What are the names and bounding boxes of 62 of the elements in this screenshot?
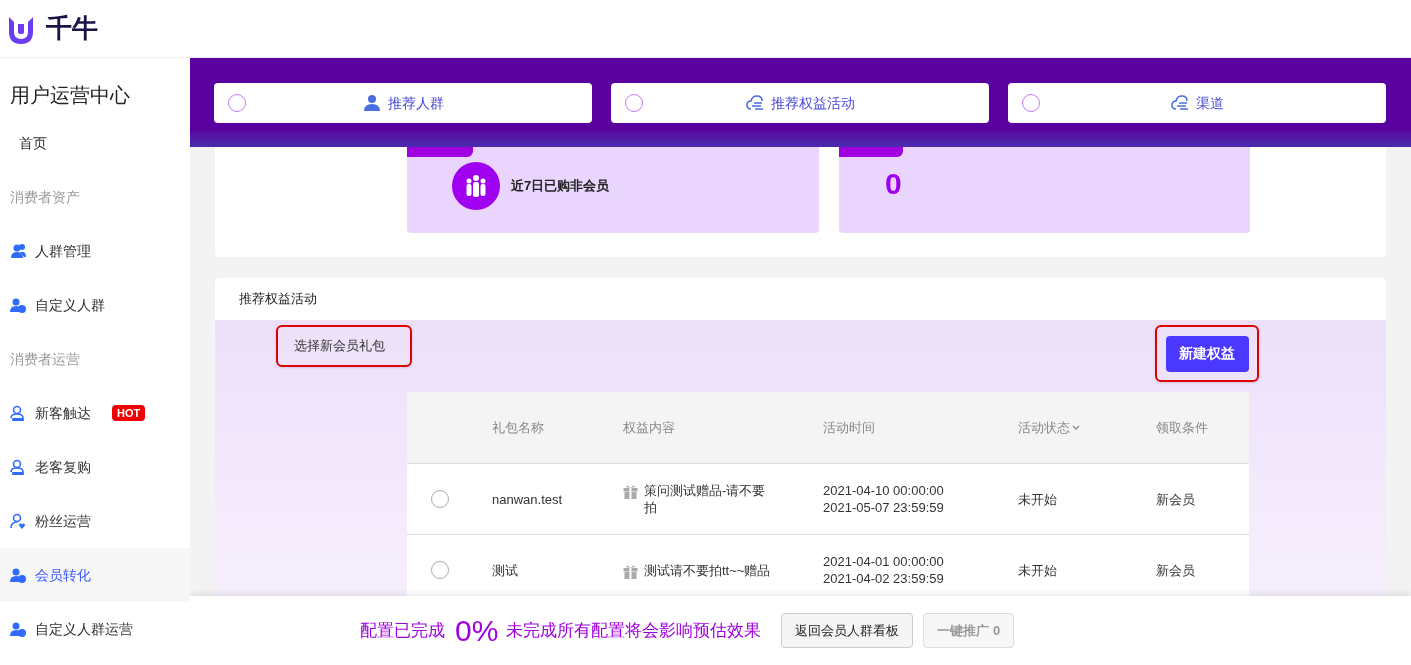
section-label: 消费者运营 xyxy=(10,349,80,369)
step-tab[interactable]: 推荐权益活动 xyxy=(611,83,989,123)
step-label: 推荐人群 xyxy=(388,93,444,113)
back-button[interactable]: 返回会员人群看板 xyxy=(781,613,914,648)
user-icon xyxy=(362,94,382,112)
warning-text: 未完成所有配置将会影响预估效果 xyxy=(506,619,762,642)
section-title: 推荐权益活动 xyxy=(239,290,317,309)
table-cell-text: 策问测试赠品-请不要拍 xyxy=(644,482,767,516)
table-cell-text: 2021-04-10 00:00:00 2021-05-07 23:59:59 xyxy=(823,482,945,516)
user-icon xyxy=(10,243,26,259)
table-cell: 未开始 xyxy=(1018,563,1057,578)
table-cell-text: 2021-04-01 00:00:00 2021-04-02 23:59:59 xyxy=(823,553,945,587)
audience-name: 近7日已购非会员 xyxy=(511,176,610,195)
nav-item[interactable]: 新客触达 HOT xyxy=(0,386,190,440)
group-icon xyxy=(452,161,500,210)
progress-label: 配置已完成 xyxy=(360,619,445,642)
nav-item[interactable]: 粉丝运营 xyxy=(0,494,190,548)
table-cell: nanwan.test xyxy=(492,492,563,507)
cloud-icon xyxy=(1170,94,1190,112)
user-icon xyxy=(10,567,26,583)
radio-button[interactable] xyxy=(431,561,449,579)
step-label: 推荐权益活动 xyxy=(771,93,855,113)
gift-icon xyxy=(623,485,638,499)
new-benefit-button[interactable]: 新建权益 xyxy=(1165,335,1249,372)
chevron-down-icon xyxy=(1072,424,1080,431)
radio-icon xyxy=(228,94,246,112)
column-header: 活动状态 xyxy=(1018,418,1070,437)
user-icon xyxy=(10,459,26,475)
column-header: 礼包名称 xyxy=(492,418,544,437)
table-cell: 未开始 xyxy=(1018,492,1057,507)
nav-item[interactable]: 老客复购 xyxy=(0,440,190,494)
nav-item[interactable]: 自定义人群 xyxy=(0,278,190,332)
user-icon xyxy=(10,297,26,313)
logo-text: 千牛 xyxy=(46,12,98,45)
hot-badge: HOT xyxy=(112,405,146,421)
user-icon xyxy=(10,621,26,637)
table-cell: 新会员 xyxy=(1156,492,1195,507)
column-header: 活动时间 xyxy=(823,418,875,437)
prompt-label: 选择新会员礼包 xyxy=(294,337,385,356)
nav-item[interactable]: 人群管理 xyxy=(0,224,190,278)
radio-icon xyxy=(625,94,643,112)
sidebar-title: 用户运营中心 xyxy=(10,84,130,106)
progress-percent: 0% xyxy=(455,613,499,648)
section-label: 消费者资产 xyxy=(10,187,80,207)
step-label: 渠道 xyxy=(1196,93,1224,113)
cloud-icon xyxy=(745,94,765,112)
radio-icon xyxy=(1022,94,1040,112)
step-tab[interactable]: 推荐人群 xyxy=(214,83,592,123)
table-cell: 测试 xyxy=(492,563,518,578)
user-icon xyxy=(10,405,26,421)
gift-icon xyxy=(623,564,638,579)
nav-item[interactable]: 会员转化 xyxy=(0,548,190,602)
table-cell: 测试请不要拍tt~~赠品 xyxy=(644,561,771,579)
column-header: 领取条件 xyxy=(1156,418,1208,437)
nav-item[interactable]: 首页 xyxy=(0,116,190,170)
table-cell: 新会员 xyxy=(1156,563,1195,578)
nav-item[interactable]: 自定义人群运营 xyxy=(0,602,190,656)
user-icon xyxy=(10,513,26,529)
audience-scale: 0 xyxy=(885,167,902,200)
step-tab[interactable]: 渠道 xyxy=(1008,83,1386,123)
column-header: 权益内容 xyxy=(623,418,675,437)
radio-button[interactable] xyxy=(431,490,449,508)
